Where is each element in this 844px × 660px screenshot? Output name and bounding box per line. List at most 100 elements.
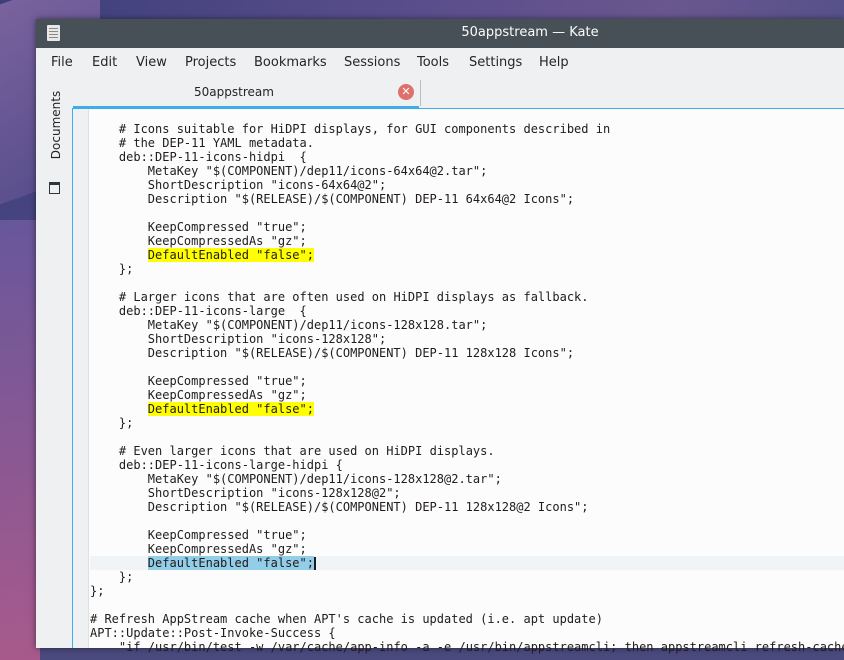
text-cursor xyxy=(313,557,316,570)
code-line[interactable]: # Icons suitable for HiDPI displays, for… xyxy=(90,122,844,136)
code-line[interactable]: MetaKey "$(COMPONENT)/dep11/icons-128x12… xyxy=(90,472,844,486)
code-line-text: DefaultEnabled "false"; xyxy=(147,402,314,416)
code-line[interactable]: }; xyxy=(90,584,844,598)
code-line[interactable]: KeepCompressedAs "gz"; xyxy=(90,542,844,556)
code-line[interactable]: # the DEP-11 YAML metadata. xyxy=(90,136,844,150)
documents-tab-label: Documents xyxy=(49,90,63,160)
code-line[interactable] xyxy=(90,276,844,290)
code-line-text: KeepCompressed "true"; xyxy=(147,528,307,542)
code-line[interactable]: }; xyxy=(90,570,844,584)
code-line[interactable]: MetaKey "$(COMPONENT)/dep11/icons-128x12… xyxy=(90,318,844,332)
code-line-text: ShortDescription "icons-128x128@2"; xyxy=(147,486,401,500)
code-line[interactable]: Description "$(RELEASE)/$(COMPONENT) DEP… xyxy=(90,346,844,360)
code-text-area[interactable]: # Icons suitable for HiDPI displays, for… xyxy=(90,122,844,654)
code-line[interactable]: "if /usr/bin/test -w /var/cache/app-info… xyxy=(90,640,844,654)
code-line[interactable]: DefaultEnabled "false"; xyxy=(90,402,844,416)
code-line[interactable]: # Even larger icons that are used on HiD… xyxy=(90,444,844,458)
folding-margin[interactable] xyxy=(73,109,89,648)
code-line-text: deb::DEP-11-icons-hidpi { xyxy=(118,150,307,164)
code-line[interactable]: # Refresh AppStream cache when APT's cac… xyxy=(90,612,844,626)
code-line-text: APT::Update::Post-Invoke-Success { xyxy=(90,626,336,640)
code-line[interactable]: ShortDescription "icons-128x128"; xyxy=(90,332,844,346)
code-line-text: KeepCompressed "true"; xyxy=(147,374,307,388)
code-line-text: KeepCompressedAs "gz"; xyxy=(147,388,307,402)
code-line-text: MetaKey "$(COMPONENT)/dep11/icons-128x12… xyxy=(147,472,502,486)
documents-side-tab[interactable]: Documents xyxy=(46,84,66,174)
close-icon[interactable]: ✕ xyxy=(398,84,414,100)
code-line[interactable]: KeepCompressed "true"; xyxy=(90,220,844,234)
code-line-text: MetaKey "$(COMPONENT)/dep11/icons-128x12… xyxy=(147,318,488,332)
window-title: 50appstream — Kate xyxy=(461,25,599,40)
code-line[interactable]: Description "$(RELEASE)/$(COMPONENT) DEP… xyxy=(90,500,844,514)
code-line-text: KeepCompressed "true"; xyxy=(147,220,307,234)
code-line-text: ShortDescription "icons-64x64@2"; xyxy=(147,178,387,192)
menu-help[interactable]: Help xyxy=(539,55,569,70)
code-line[interactable]: }; xyxy=(90,416,844,430)
code-line-text: Description "$(RELEASE)/$(COMPONENT) DEP… xyxy=(147,346,575,360)
code-line-text: DefaultEnabled "false"; xyxy=(147,556,314,570)
code-line-text: DefaultEnabled "false"; xyxy=(147,248,314,262)
title-bar[interactable]: 50appstream — Kate xyxy=(36,19,844,48)
kate-window: 50appstream — Kate File Edit View Projec… xyxy=(36,19,844,654)
code-line[interactable] xyxy=(90,514,844,528)
code-line[interactable]: }; xyxy=(90,262,844,276)
menu-settings[interactable]: Settings xyxy=(469,55,522,70)
code-line[interactable] xyxy=(90,206,844,220)
code-line[interactable]: KeepCompressed "true"; xyxy=(90,374,844,388)
code-line[interactable]: # Larger icons that are often used on Hi… xyxy=(90,290,844,304)
menu-file[interactable]: File xyxy=(51,55,73,70)
code-line-text: # the DEP-11 YAML metadata. xyxy=(118,136,314,150)
code-line[interactable]: ShortDescription "icons-64x64@2"; xyxy=(90,178,844,192)
code-line[interactable]: KeepCompressedAs "gz"; xyxy=(90,234,844,248)
code-line[interactable]: Description "$(RELEASE)/$(COMPONENT) DEP… xyxy=(90,192,844,206)
menu-view[interactable]: View xyxy=(136,55,167,70)
code-line[interactable]: APT::Update::Post-Invoke-Success { xyxy=(90,626,844,640)
code-line-text: ShortDescription "icons-128x128"; xyxy=(147,332,387,346)
menu-edit[interactable]: Edit xyxy=(92,55,117,70)
code-line-text: KeepCompressedAs "gz"; xyxy=(147,542,307,556)
tab-50appstream[interactable]: 50appstream ✕ xyxy=(73,80,419,108)
code-line[interactable]: KeepCompressedAs "gz"; xyxy=(90,388,844,402)
menu-tools[interactable]: Tools xyxy=(417,55,449,70)
folder-icon[interactable] xyxy=(49,182,60,194)
code-line[interactable]: KeepCompressed "true"; xyxy=(90,528,844,542)
code-line[interactable]: deb::DEP-11-icons-hidpi { xyxy=(90,150,844,164)
code-line[interactable]: MetaKey "$(COMPONENT)/dep11/icons-64x64@… xyxy=(90,164,844,178)
editor-view[interactable]: # Icons suitable for HiDPI displays, for… xyxy=(72,108,844,654)
code-line[interactable] xyxy=(90,360,844,374)
code-line[interactable]: ShortDescription "icons-128x128@2"; xyxy=(90,486,844,500)
code-line[interactable]: deb::DEP-11-icons-large-hidpi { xyxy=(90,458,844,472)
menu-projects[interactable]: Projects xyxy=(185,55,236,70)
code-line[interactable] xyxy=(90,598,844,612)
code-line[interactable]: deb::DEP-11-icons-large { xyxy=(90,304,844,318)
code-line-text: # Larger icons that are often used on Hi… xyxy=(118,290,589,304)
tab-label: 50appstream xyxy=(194,85,274,99)
code-line[interactable] xyxy=(90,430,844,444)
menu-sessions[interactable]: Sessions xyxy=(344,55,400,70)
document-tab-bar: 50appstream ✕ xyxy=(72,78,844,108)
code-line[interactable]: DefaultEnabled "false"; xyxy=(90,556,844,570)
menu-bookmarks[interactable]: Bookmarks xyxy=(254,55,327,70)
code-line-text: KeepCompressedAs "gz"; xyxy=(147,234,307,248)
code-line[interactable]: DefaultEnabled "false"; xyxy=(90,248,844,262)
